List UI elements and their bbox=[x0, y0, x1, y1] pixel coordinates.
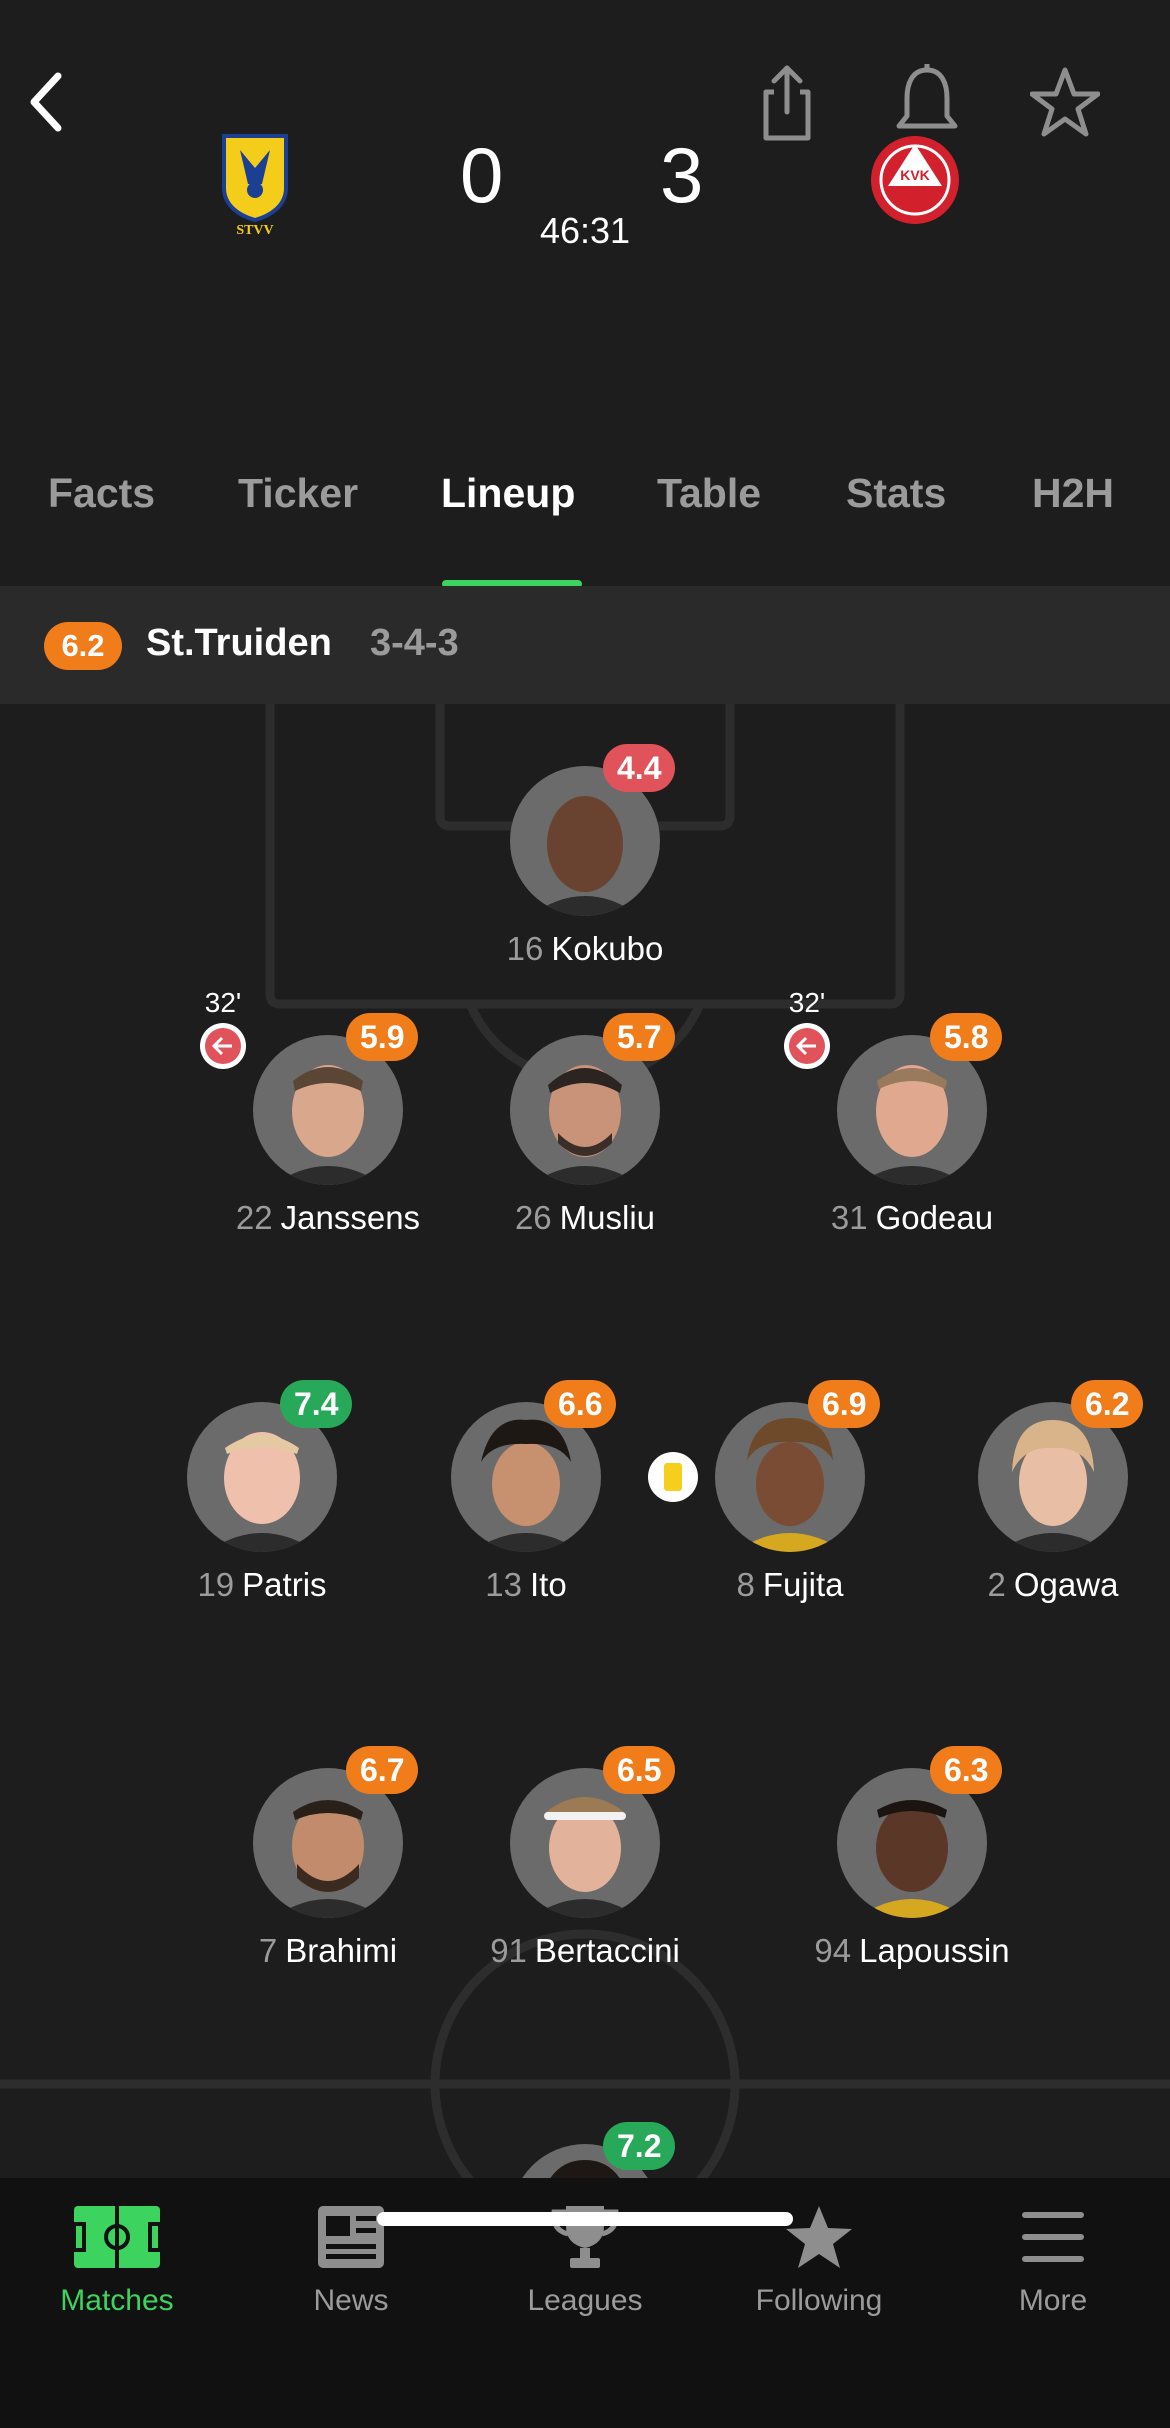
player-name: 13 Ito bbox=[376, 1566, 676, 1604]
player-rating-badge: 6.3 bbox=[930, 1746, 1003, 1794]
share-button[interactable] bbox=[752, 62, 822, 142]
player-name-text: Ito bbox=[530, 1566, 567, 1603]
player-rating-badge: 7.4 bbox=[280, 1380, 353, 1428]
player-name-text: Godeau bbox=[875, 1199, 994, 1236]
tab-ticker[interactable]: Ticker bbox=[238, 470, 358, 517]
player-number: 94 bbox=[814, 1932, 852, 1969]
pitch-icon bbox=[72, 2206, 162, 2268]
player-rating-badge: 6.5 bbox=[603, 1746, 676, 1794]
home-score: 0 bbox=[460, 131, 504, 219]
nav-label: Leagues bbox=[527, 2284, 643, 2317]
player-rating-badge: 5.7 bbox=[603, 1013, 676, 1061]
away-team-crest[interactable]: KVK bbox=[860, 128, 970, 238]
sub-out-icon bbox=[200, 1023, 246, 1069]
svg-text:STVV: STVV bbox=[236, 223, 273, 238]
team-name[interactable]: St.Truiden bbox=[146, 622, 332, 665]
player-number: 7 bbox=[258, 1932, 278, 1969]
player-number: 16 bbox=[506, 930, 544, 967]
match-header: STVV 0 3 46:31 KVK bbox=[0, 0, 1170, 440]
home-team-crest[interactable]: STVV bbox=[200, 128, 310, 238]
player-name-text: Musliu bbox=[559, 1199, 656, 1236]
player-name-text: Lapoussin bbox=[859, 1932, 1010, 1969]
favorite-button[interactable] bbox=[1029, 62, 1101, 142]
away-score: 3 bbox=[660, 131, 704, 219]
kvk-crest-icon: KVK bbox=[871, 136, 959, 224]
stvv-crest-icon: STVV bbox=[222, 134, 288, 238]
player-rating-badge: 6.2 bbox=[1071, 1380, 1144, 1428]
player-name: 19 Patris bbox=[112, 1566, 412, 1604]
sub-time: 32' bbox=[204, 987, 242, 1018]
player-name-text: Janssens bbox=[280, 1199, 421, 1236]
player-name-text: Ogawa bbox=[1013, 1566, 1119, 1603]
player-name-text: Bertaccini bbox=[534, 1932, 680, 1969]
tab-facts[interactable]: Facts bbox=[48, 470, 155, 517]
player-name-text: Kokubo bbox=[551, 930, 664, 967]
nav-more[interactable]: More bbox=[936, 2204, 1170, 2318]
player-number: 19 bbox=[197, 1566, 235, 1603]
player-rating-badge: 6.9 bbox=[808, 1380, 881, 1428]
nav-label: More bbox=[1018, 2284, 1088, 2317]
player-name: 26 Musliu bbox=[435, 1199, 735, 1237]
match-tabs: Facts Ticker Lineup Table Stats H2H bbox=[0, 470, 1170, 588]
tab-table[interactable]: Table bbox=[657, 470, 761, 517]
nav-label: Matches bbox=[60, 2284, 174, 2317]
nav-label: Following bbox=[755, 2284, 883, 2317]
back-button[interactable] bbox=[20, 62, 80, 142]
substitution-marker: 32' bbox=[784, 987, 830, 1069]
player-name: 2 Ogawa bbox=[903, 1566, 1170, 1604]
svg-text:KVK: KVK bbox=[900, 167, 930, 183]
player-rating-badge: 6.7 bbox=[346, 1746, 419, 1794]
player-rating-badge: 6.6 bbox=[544, 1380, 617, 1428]
sub-time: 32' bbox=[788, 987, 826, 1018]
player-name: 31 Godeau bbox=[762, 1199, 1062, 1237]
lineup-pitch: 4.4 16 Kokubo 5.9 32' 22 Janssens 5.7 26… bbox=[0, 704, 1170, 2178]
star-icon bbox=[1029, 67, 1101, 137]
team-formation: 3-4-3 bbox=[370, 622, 459, 664]
player-name: 94 Lapoussin bbox=[762, 1932, 1062, 1970]
player-rating-badge: 5.8 bbox=[930, 1013, 1003, 1061]
player-rating-badge: 4.4 bbox=[603, 744, 676, 792]
player-name: 22 Janssens bbox=[178, 1199, 478, 1237]
player-name: 16 Kokubo bbox=[435, 930, 735, 968]
substitution-marker: 32' bbox=[200, 987, 246, 1069]
team-header: 6.2 St.Truiden 3-4-3 bbox=[0, 586, 1170, 704]
nav-label: News bbox=[313, 2284, 389, 2317]
home-indicator bbox=[377, 2212, 793, 2226]
player-name-text: Fujita bbox=[762, 1566, 844, 1603]
player-name: 7 Brahimi bbox=[178, 1932, 478, 1970]
player-name-text: Patris bbox=[242, 1566, 327, 1603]
player-rating-badge: 7.2 bbox=[603, 2122, 676, 2170]
player-number: 13 bbox=[485, 1566, 522, 1603]
player-number: 26 bbox=[514, 1199, 552, 1236]
player-number: 2 bbox=[987, 1566, 1006, 1603]
player-number: 8 bbox=[736, 1566, 755, 1603]
player-number: 91 bbox=[490, 1932, 527, 1969]
tab-h2h[interactable]: H2H bbox=[1032, 470, 1114, 517]
match-clock: 46:31 bbox=[539, 210, 631, 251]
player-name: 8 Fujita bbox=[640, 1566, 940, 1604]
yellow-card-icon bbox=[648, 1452, 698, 1502]
player-name: 91 Bertaccini bbox=[435, 1932, 735, 1970]
sub-out-icon bbox=[784, 1023, 830, 1069]
player-name-text: Brahimi bbox=[285, 1932, 398, 1969]
player-rating-badge: 5.9 bbox=[346, 1013, 419, 1061]
player-number: 22 bbox=[235, 1199, 273, 1236]
menu-icon bbox=[1022, 2212, 1084, 2262]
nav-matches[interactable]: Matches bbox=[0, 2204, 234, 2318]
chevron-left-icon bbox=[30, 72, 62, 132]
tab-stats[interactable]: Stats bbox=[846, 470, 946, 517]
tab-lineup[interactable]: Lineup bbox=[441, 470, 575, 517]
player-number: 31 bbox=[830, 1199, 868, 1236]
share-icon bbox=[763, 65, 811, 141]
team-rating-badge: 6.2 bbox=[44, 622, 122, 670]
